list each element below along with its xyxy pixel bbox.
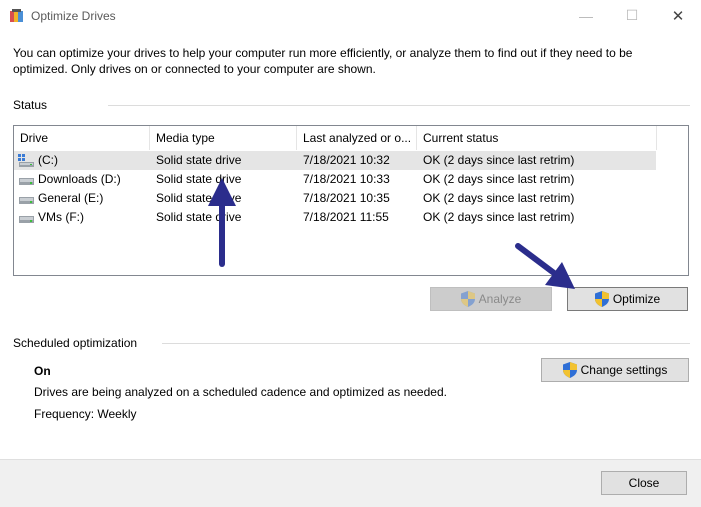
drive-row-e[interactable]: General (E:) Solid state drive 7/18/2021…: [14, 189, 656, 208]
last-analyzed: 7/18/2021 11:55: [303, 210, 389, 224]
window-close-button[interactable]: ✕: [655, 0, 701, 31]
column-header-current-status[interactable]: Current status: [417, 126, 657, 150]
last-analyzed: 7/18/2021 10:33: [303, 172, 390, 186]
drive-name: General (E:): [38, 191, 104, 205]
drive-icon: [19, 216, 34, 223]
optimize-button[interactable]: Optimize: [567, 287, 688, 311]
media-type: Solid state drive: [156, 210, 242, 224]
intro-description: You can optimize your drives to help you…: [13, 46, 633, 76]
schedule-state: On: [34, 364, 51, 378]
column-header-media-type[interactable]: Media type: [150, 126, 297, 150]
scheduled-section-label: Scheduled optimization: [13, 336, 138, 350]
column-header-last-analyzed[interactable]: Last analyzed or o...: [297, 126, 417, 150]
drive-row-c[interactable]: (C:) Solid state drive 7/18/2021 10:32 O…: [14, 151, 656, 170]
close-label: Close: [628, 476, 660, 490]
dialog-footer: [0, 459, 701, 507]
schedule-frequency: Frequency: Weekly: [34, 407, 137, 421]
status-section-label: Status: [13, 98, 48, 112]
drive-icon: [19, 197, 34, 204]
uac-shield-icon: [460, 291, 475, 307]
drive-icon: [19, 178, 34, 185]
change-settings-button[interactable]: Change settings: [541, 358, 689, 382]
close-button[interactable]: Close: [601, 471, 687, 495]
last-analyzed: 7/18/2021 10:35: [303, 191, 390, 205]
drive-name: Downloads (D:): [38, 172, 121, 186]
last-analyzed: 7/18/2021 10:32: [303, 153, 390, 167]
optimize-label: Optimize: [612, 292, 661, 306]
uac-shield-icon: [594, 291, 609, 307]
maximize-button[interactable]: ☐: [609, 0, 655, 31]
schedule-description: Drives are being analyzed on a scheduled…: [34, 385, 447, 399]
drive-row-d[interactable]: Downloads (D:) Solid state drive 7/18/20…: [14, 170, 656, 189]
change-settings-label: Change settings: [580, 363, 668, 377]
drive-name: (C:): [38, 153, 58, 167]
media-type: Solid state drive: [156, 153, 242, 167]
system-drive-icon: [18, 154, 34, 167]
scheduled-separator: [162, 343, 690, 344]
status-separator: [108, 105, 690, 106]
drive-name: VMs (F:): [38, 210, 84, 224]
drives-list-view[interactable]: Drive Media type Last analyzed or o... C…: [13, 125, 689, 276]
uac-shield-icon: [562, 362, 577, 378]
analyze-button[interactable]: Analyze: [430, 287, 552, 311]
column-header-drive[interactable]: Drive: [14, 126, 150, 150]
media-type: Solid state drive: [156, 172, 242, 186]
current-status: OK (2 days since last retrim): [423, 172, 575, 186]
current-status: OK (2 days since last retrim): [423, 153, 575, 167]
current-status: OK (2 days since last retrim): [423, 210, 575, 224]
window-title: Optimize Drives: [31, 9, 116, 23]
analyze-label: Analyze: [478, 292, 522, 306]
minimize-button[interactable]: —: [563, 0, 609, 31]
defrag-app-icon: [10, 9, 23, 22]
media-type: Solid state drive: [156, 191, 242, 205]
drive-row-f[interactable]: VMs (F:) Solid state drive 7/18/2021 11:…: [14, 208, 656, 227]
current-status: OK (2 days since last retrim): [423, 191, 575, 205]
